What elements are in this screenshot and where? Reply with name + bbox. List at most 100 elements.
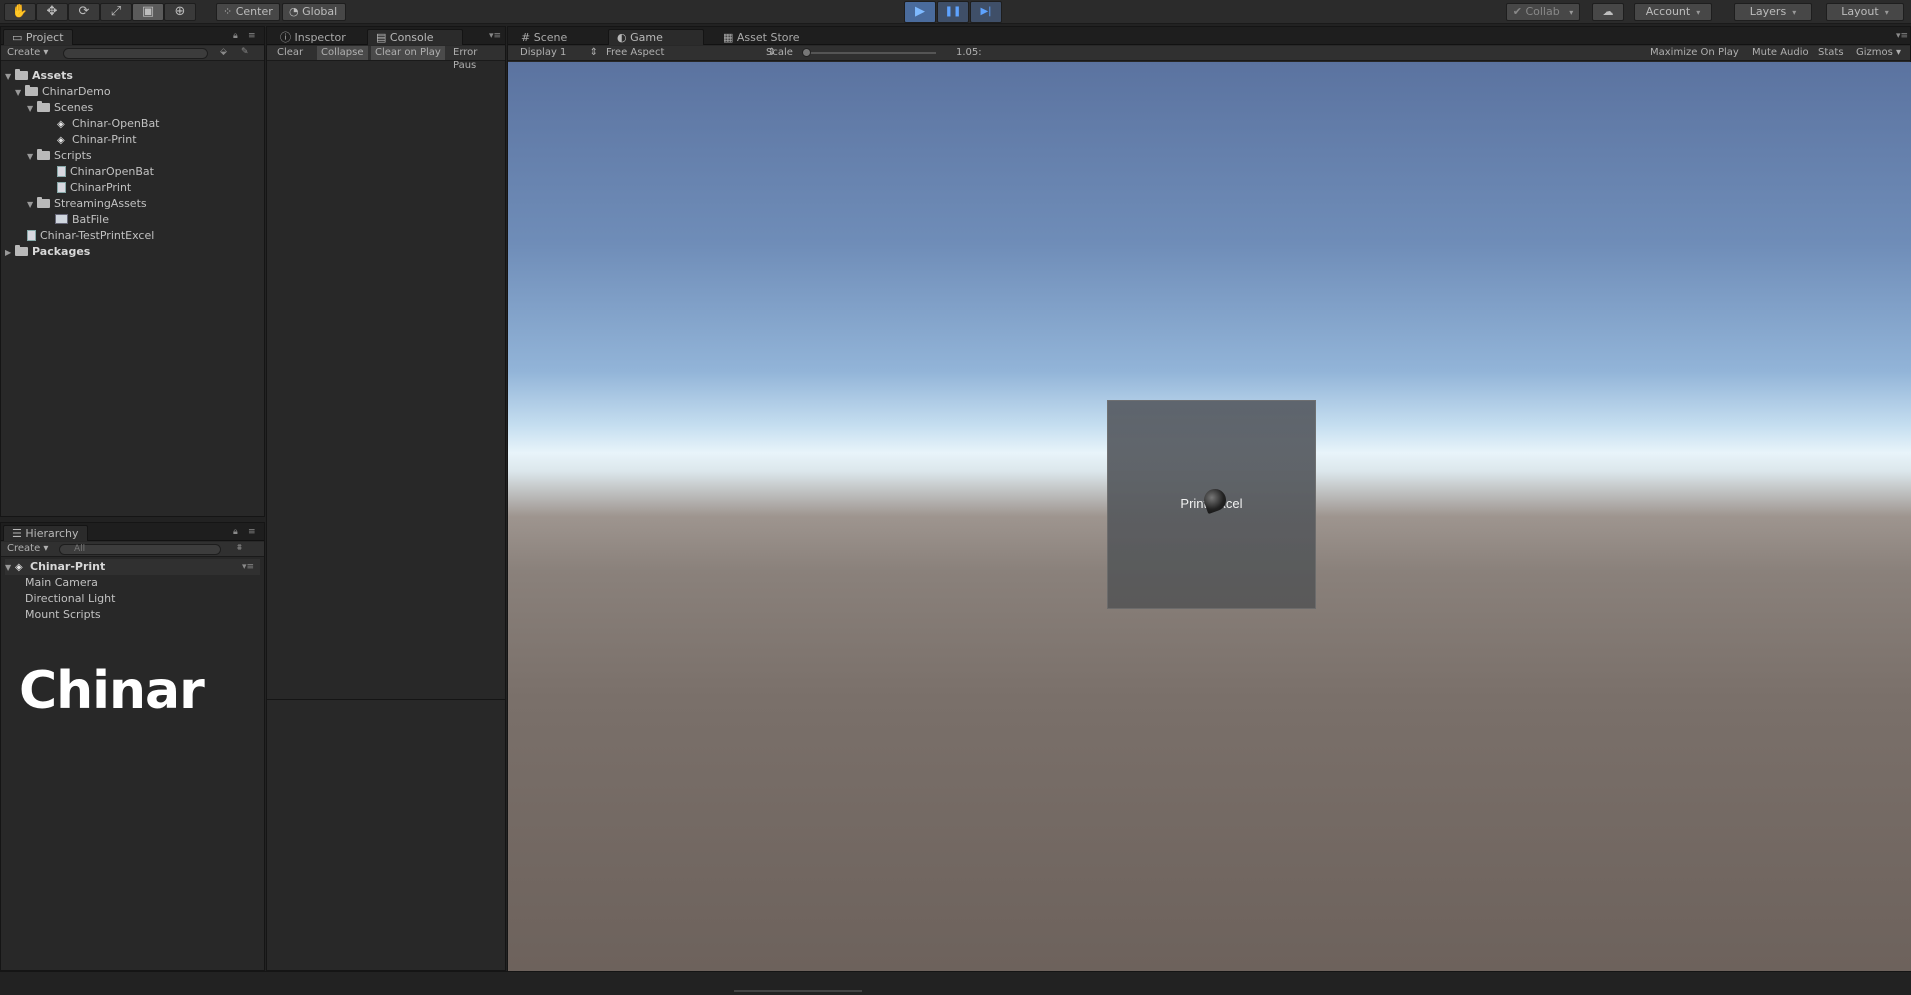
aspect-dropdown[interactable]: Free Aspect ⇕	[602, 46, 780, 60]
folder-icon	[15, 245, 28, 256]
tab-scene[interactable]: # Scene	[512, 29, 576, 45]
game-tabbar: # Scene ◐ Game ▦ Asset Store ▾≡	[508, 27, 1910, 45]
move-tool-icon[interactable]: ✥	[36, 3, 68, 21]
list-icon: ☰	[12, 527, 22, 540]
hierarchy-item[interactable]: Directional Light	[25, 591, 115, 607]
tree-item-assets[interactable]: ▼ Assets	[5, 68, 73, 84]
scale-tool-icon[interactable]: ⤢	[100, 3, 132, 21]
project-search-input[interactable]	[63, 48, 208, 59]
folder-icon: ▭	[12, 31, 23, 44]
tab-inspector[interactable]: ⓘ Inspector	[271, 29, 355, 45]
tree-item-scenes[interactable]: ▼ Scenes	[27, 100, 93, 116]
project-tabbar: ▭ Project 🔒︎ ≡	[1, 27, 264, 45]
pause-icon: ❚❚	[944, 6, 962, 17]
main-toolbar: ✋ ✥ ⟳ ⤢ ▣ ⊕ ⁘ Center ◔ Global ▶ ❚❚ ▶| ✔ …	[0, 0, 1911, 24]
project-create-dropdown[interactable]: Create ▾	[3, 46, 52, 60]
hierarchy-search-input[interactable]: All	[59, 544, 221, 555]
tree-item-packages[interactable]: ▶ Packages	[5, 244, 90, 260]
filter-icon[interactable]: ⩩	[237, 543, 242, 553]
lock-icon[interactable]: 🔒︎	[233, 527, 238, 537]
tree-item-chinaropenbat[interactable]: ChinarOpenBat	[57, 164, 154, 180]
display-dropdown[interactable]: Display 1 ⇕	[516, 46, 602, 60]
stats-toggle[interactable]: Stats	[1814, 46, 1848, 60]
scale-slider-track[interactable]	[806, 52, 936, 54]
hierarchy-scene-row[interactable]: ▼ ◈ Chinar-Print ▾≡	[5, 559, 260, 575]
folder-icon	[25, 85, 38, 96]
panel-menu-icon[interactable]: ▾≡	[489, 31, 501, 41]
scale-label: Scale	[766, 47, 793, 58]
play-button[interactable]: ▶	[904, 1, 936, 23]
console-error-pause-button[interactable]: Error Paus	[449, 46, 505, 71]
tree-item-streamingassets[interactable]: ▼ StreamingAssets	[27, 196, 147, 212]
hierarchy-item[interactable]: Main Camera	[25, 575, 98, 591]
cloud-icon: ☁	[1602, 5, 1614, 18]
filter-type-icon[interactable]: ⬙	[220, 47, 227, 57]
hierarchy-create-dropdown[interactable]: Create ▾	[3, 542, 52, 556]
pause-button[interactable]: ❚❚	[937, 1, 969, 23]
lock-icon[interactable]: 🔒︎	[233, 31, 238, 41]
folder-icon	[37, 149, 50, 160]
pivot-center-button[interactable]: ⁘ Center	[216, 3, 280, 21]
console-divider	[267, 699, 505, 700]
tab-asset-store[interactable]: ▦ Asset Store	[714, 29, 809, 45]
tree-item-chinar-openbat[interactable]: ◈ Chinar-OpenBat	[57, 116, 160, 132]
tab-hierarchy[interactable]: ☰ Hierarchy	[3, 525, 88, 541]
panel-menu-icon[interactable]: ▾≡	[1896, 31, 1908, 41]
globe-icon: ◔	[289, 5, 299, 18]
pivot-icon: ⁘	[223, 5, 233, 18]
collab-dropdown[interactable]: ✔ Collab	[1506, 3, 1580, 21]
hierarchy-item[interactable]: Mount Scripts	[25, 607, 101, 623]
scene-menu-icon[interactable]: ▾≡	[242, 559, 254, 575]
rotate-tool-icon[interactable]: ⟳	[68, 3, 100, 21]
tree-item-chinarprint[interactable]: ChinarPrint	[57, 180, 131, 196]
hierarchy-tabbar: ☰ Hierarchy 🔒︎ ≡	[1, 523, 264, 541]
console-tabbar: ⓘ Inspector ▤ Console ▾≡	[267, 27, 505, 45]
transform-tool-icon[interactable]: ⊕	[164, 3, 196, 21]
console-clear-button[interactable]: Clear	[273, 46, 307, 60]
hand-tool-icon[interactable]: ✋	[4, 3, 36, 21]
mute-audio-toggle[interactable]: Mute Audio	[1748, 46, 1813, 60]
tree-item-chinar-testprintexcel[interactable]: Chinar-TestPrintExcel	[27, 228, 154, 244]
console-panel: ⓘ Inspector ▤ Console ▾≡ Clear Collapse …	[266, 26, 506, 971]
check-icon: ✔	[1512, 5, 1522, 18]
tree-item-batfile[interactable]: BatFile	[55, 212, 109, 228]
script-file-icon	[57, 166, 66, 177]
gamepad-icon: ◐	[617, 31, 627, 44]
account-dropdown[interactable]: Account	[1634, 3, 1712, 21]
unity-scene-icon: ◈	[57, 119, 65, 130]
panel-menu-icon[interactable]: ≡	[248, 527, 256, 537]
folder-icon	[37, 197, 50, 208]
watermark-logo: Chinar	[19, 661, 205, 721]
file-icon	[27, 230, 36, 241]
maximize-on-play-toggle[interactable]: Maximize On Play	[1646, 46, 1743, 60]
console-icon: ▤	[376, 31, 387, 44]
space-global-button[interactable]: ◔ Global	[282, 3, 346, 21]
hierarchy-subbar: Create ▾ All ⩩	[1, 542, 264, 557]
filter-label-icon[interactable]: ✎	[241, 47, 249, 57]
gizmos-dropdown[interactable]: Gizmos ▾	[1852, 46, 1905, 60]
scale-slider-thumb[interactable]	[802, 48, 811, 57]
console-toolbar: Clear Collapse Clear on Play Error Paus	[267, 46, 505, 71]
tree-item-scripts[interactable]: ▼ Scripts	[27, 148, 92, 164]
folder-icon	[15, 69, 28, 80]
project-panel: ▭ Project 🔒︎ ≡ Create ▾ ⬙ ✎ ▼ Assets ▼ Chi…	[0, 26, 265, 517]
rect-tool-icon[interactable]: ▣	[132, 3, 164, 21]
project-subbar: Create ▾ ⬙ ✎	[1, 46, 264, 61]
tab-project[interactable]: ▭ Project	[3, 29, 73, 45]
grid-icon: #	[521, 31, 531, 44]
hierarchy-panel: ☰ Hierarchy 🔒︎ ≡ Create ▾ All ⩩ ▼ ◈ Chinar…	[0, 522, 265, 971]
console-collapse-button[interactable]: Collapse	[317, 46, 368, 60]
tab-console[interactable]: ▤ Console	[367, 29, 463, 45]
scale-value: 1.05:	[956, 47, 982, 58]
tree-item-chinar-print[interactable]: ◈ Chinar-Print	[57, 132, 137, 148]
info-icon: ⓘ	[280, 31, 291, 44]
tab-game[interactable]: ◐ Game	[608, 29, 704, 45]
step-button[interactable]: ▶|	[970, 1, 1002, 23]
layers-dropdown[interactable]: Layers	[1734, 3, 1812, 21]
layout-dropdown[interactable]: Layout	[1826, 3, 1904, 21]
cloud-button[interactable]: ☁	[1592, 3, 1624, 21]
console-clear-on-play-button[interactable]: Clear on Play	[371, 46, 445, 60]
tree-item-chinardemo[interactable]: ▼ ChinarDemo	[15, 84, 111, 100]
step-icon: ▶|	[980, 6, 992, 17]
panel-menu-icon[interactable]: ≡	[248, 31, 256, 41]
